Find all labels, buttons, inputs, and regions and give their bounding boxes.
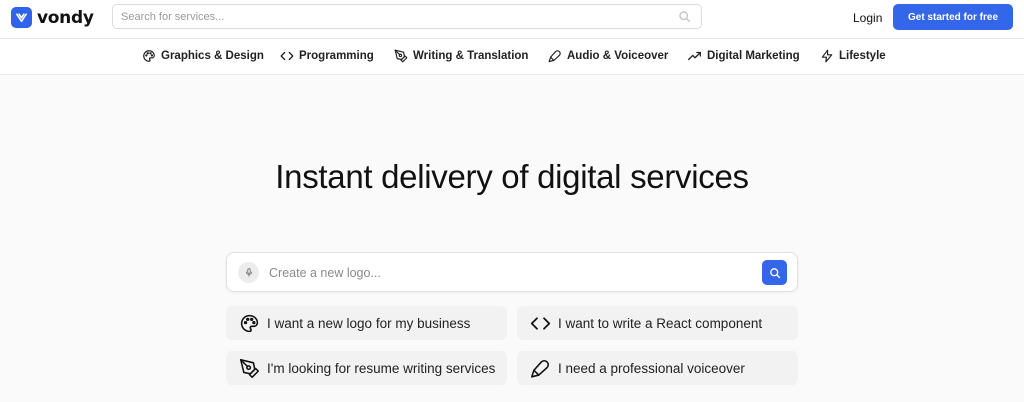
suggestion-label: I need a professional voiceover xyxy=(558,360,745,376)
category-audio-voiceover[interactable]: Audio & Voiceover xyxy=(548,49,668,63)
category-label: Digital Marketing xyxy=(707,50,800,62)
vondy-logo[interactable]: vondy xyxy=(11,7,94,28)
category-label: Writing & Translation xyxy=(413,50,529,62)
category-label: Graphics & Design xyxy=(161,50,264,62)
microphone-icon xyxy=(530,359,550,378)
category-writing-translation[interactable]: Writing & Translation xyxy=(394,49,528,63)
top-header: vondy Login Get started for free xyxy=(0,0,1024,39)
pen-nib-icon xyxy=(239,358,260,378)
category-nav: Graphics & Design Programming Writing & … xyxy=(0,39,1024,75)
suggestion-label: I'm looking for resume writing services xyxy=(267,360,496,376)
suggestion-label: I want a new logo for my business xyxy=(267,315,471,331)
header-search[interactable] xyxy=(112,4,702,29)
category-programming[interactable]: Programming xyxy=(280,49,374,63)
suggestion-chip-resume[interactable]: I'm looking for resume writing services xyxy=(226,351,507,385)
search-icon[interactable] xyxy=(678,10,691,28)
category-label: Programming xyxy=(299,50,374,62)
pen-nib-icon xyxy=(394,49,408,63)
logo-text: vondy xyxy=(37,7,94,28)
login-link[interactable]: Login xyxy=(853,11,882,25)
suggestion-label: I want to write a React component xyxy=(558,315,763,331)
search-submit-button[interactable] xyxy=(762,260,787,285)
search-icon xyxy=(769,267,780,278)
category-label: Audio & Voiceover xyxy=(567,50,669,62)
main-search-bar[interactable] xyxy=(226,252,798,292)
lightning-icon xyxy=(821,49,833,63)
code-icon xyxy=(530,316,551,330)
microphone-icon xyxy=(548,50,561,63)
code-icon xyxy=(280,51,294,61)
get-started-button[interactable]: Get started for free xyxy=(893,4,1013,30)
suggestion-chip-react[interactable]: I want to write a React component xyxy=(517,306,798,340)
hero-title: Instant delivery of digital services xyxy=(275,158,749,195)
header-search-input[interactable] xyxy=(121,8,661,26)
voice-input-button[interactable] xyxy=(238,262,259,283)
palette-icon xyxy=(143,50,155,62)
palette-icon xyxy=(240,314,259,332)
microphone-icon xyxy=(245,268,252,277)
suggestion-chip-voiceover[interactable]: I need a professional voiceover xyxy=(517,351,798,385)
category-digital-marketing[interactable]: Digital Marketing xyxy=(687,49,800,63)
main-search-input[interactable] xyxy=(269,264,749,282)
category-graphics-design[interactable]: Graphics & Design xyxy=(142,49,264,63)
vondy-logo-icon xyxy=(11,7,32,28)
category-lifestyle[interactable]: Lifestyle xyxy=(820,49,886,63)
trending-up-icon xyxy=(688,51,701,61)
category-label: Lifestyle xyxy=(839,50,886,62)
suggestion-chip-logo[interactable]: I want a new logo for my business xyxy=(226,306,507,340)
